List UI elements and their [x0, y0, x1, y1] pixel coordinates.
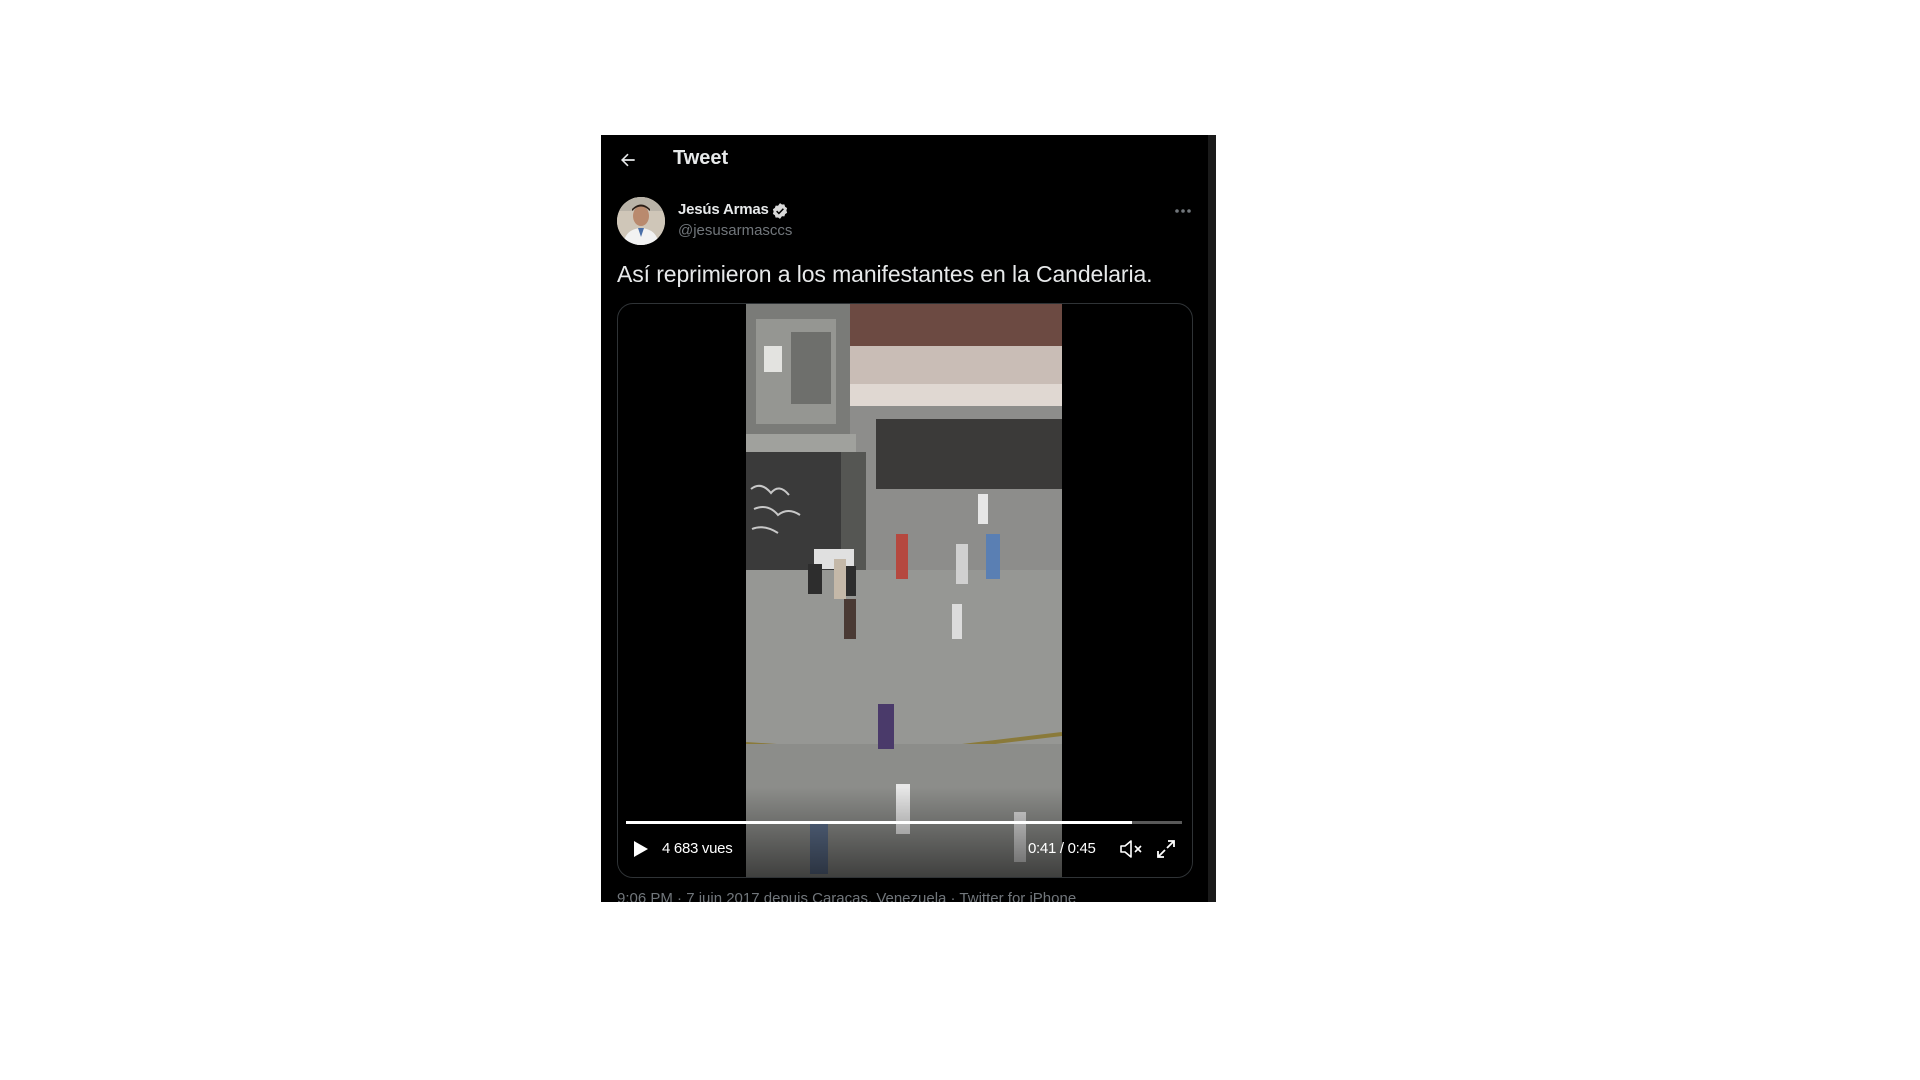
more-button[interactable]: [1169, 201, 1197, 221]
tweet-text: Así reprimieron a los manifestantes en l…: [617, 261, 1153, 287]
verified-badge-icon: [772, 203, 788, 219]
avatar-image: [617, 197, 665, 245]
view-count: 4 683 vues: [662, 840, 733, 857]
play-icon: [634, 841, 648, 857]
play-button[interactable]: [628, 837, 652, 861]
fullscreen-icon: [1157, 840, 1175, 858]
tweet-metadata: 9:06 PM · 7 juin 2017 depuis Caracas, Ve…: [617, 890, 1077, 902]
scrollbar[interactable]: [1208, 135, 1216, 902]
progress-bar[interactable]: [626, 821, 1182, 824]
fullscreen-button[interactable]: [1154, 837, 1178, 861]
mute-icon: [1120, 840, 1142, 858]
back-button[interactable]: [613, 145, 643, 175]
author-handle[interactable]: @jesusarmasccs: [678, 222, 792, 239]
progress-fill: [626, 821, 1132, 824]
video-player[interactable]: 4 683 vues 0:41 / 0:45: [617, 303, 1193, 878]
tweet-panel: Tweet Jesús Armas @jesusarmasccs Así rep…: [601, 135, 1216, 902]
more-icon: [1175, 209, 1191, 213]
mute-button[interactable]: [1118, 837, 1144, 861]
controls-gradient: [618, 787, 1192, 877]
video-time: 0:41 / 0:45: [1028, 840, 1096, 857]
arrow-left-icon: [621, 153, 635, 167]
avatar[interactable]: [617, 197, 665, 245]
page-title: Tweet: [673, 147, 729, 169]
author-name[interactable]: Jesús Armas: [678, 201, 769, 218]
header: Tweet: [601, 135, 1201, 185]
